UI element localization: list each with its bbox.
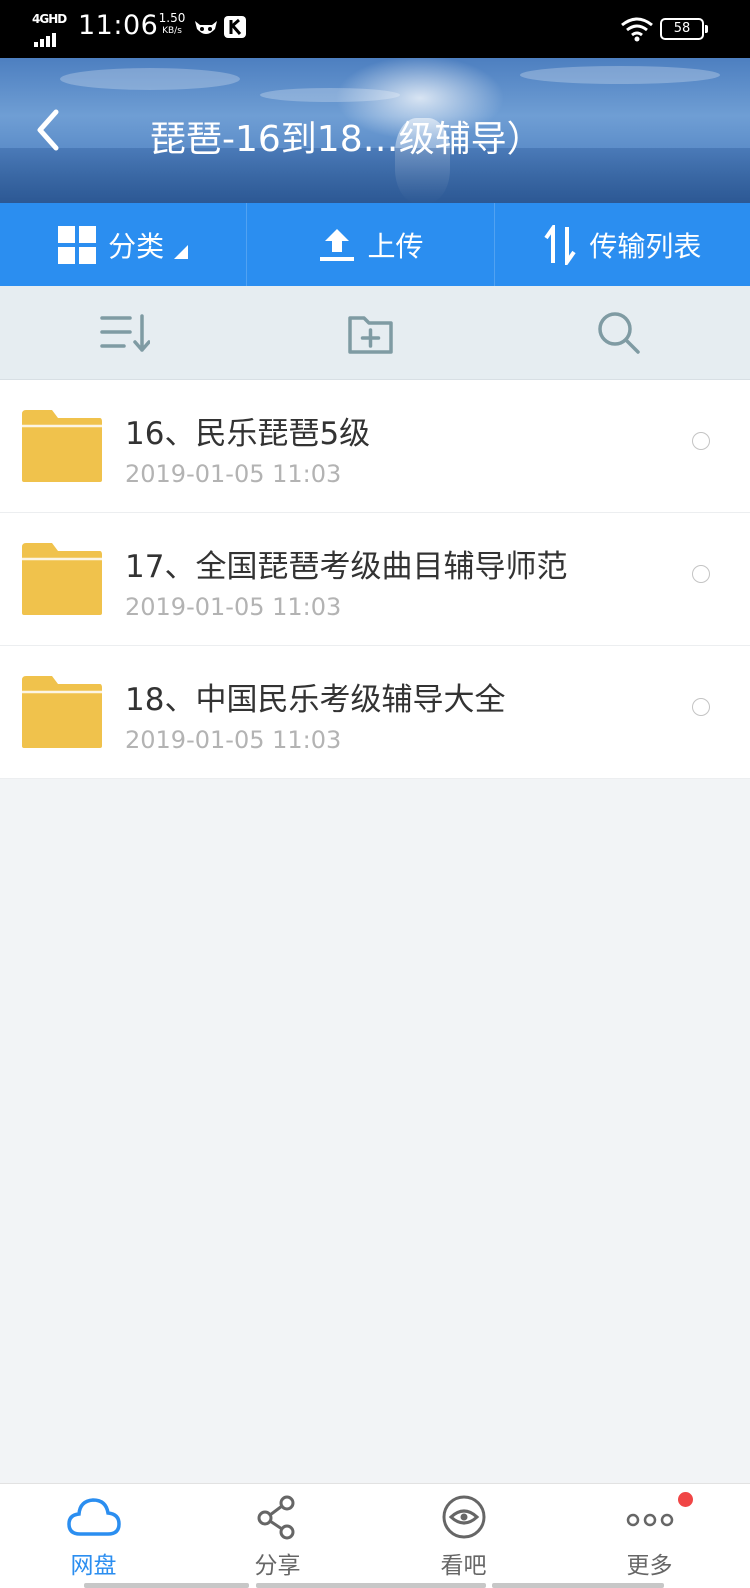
network-speed: 1.50 KB/s	[155, 12, 189, 38]
folder-icon	[22, 676, 102, 748]
network-type: 4GHD	[32, 12, 67, 26]
back-button[interactable]	[26, 100, 72, 160]
cloud-icon	[66, 1498, 121, 1536]
wifi-icon	[621, 17, 653, 42]
select-radio[interactable]	[692, 565, 710, 583]
file-row[interactable]: 16、民乐琵琶5级 2019-01-05 11:03	[0, 380, 750, 513]
file-row[interactable]: 17、全国琵琶考级曲目辅导师范 2019-01-05 11:03	[0, 513, 750, 646]
network-speed-unit: KB/s	[162, 26, 182, 36]
file-name: 17、全国琵琶考级曲目辅导师范	[125, 549, 568, 585]
transfer-list-label: 传输列表	[589, 229, 702, 263]
transfer-arrows-icon	[543, 224, 577, 265]
page-title: 琵琶-16到18…级辅导）	[150, 119, 543, 160]
nav-more-label: 更多	[626, 1553, 673, 1579]
sort-icon	[100, 314, 151, 352]
nav-watch[interactable]: 看吧	[370, 1484, 557, 1588]
upload-label: 上传	[367, 229, 424, 263]
file-name: 16、民乐琵琶5级	[125, 416, 371, 452]
sort-button[interactable]	[100, 310, 151, 356]
grid-icon	[58, 225, 97, 264]
more-icon	[626, 1513, 673, 1527]
folder-icon	[22, 543, 102, 615]
nav-indicator	[84, 1583, 249, 1588]
file-row[interactable]: 18、中国民乐考级辅导大全 2019-01-05 11:03	[0, 646, 750, 779]
status-time: 11:06	[78, 10, 159, 41]
secondary-toolbar	[0, 286, 750, 380]
nav-netdisk[interactable]: 网盘	[0, 1484, 187, 1588]
search-button[interactable]	[594, 310, 644, 356]
app-notification-icon	[195, 21, 217, 34]
nav-netdisk-label: 网盘	[70, 1553, 117, 1579]
k-app-notification-icon	[224, 16, 246, 38]
folder-icon	[22, 410, 102, 482]
file-date: 2019-01-05 11:03	[125, 593, 342, 621]
category-label: 分类	[108, 229, 165, 263]
action-toolbar: 分类 上传 传输列表	[0, 203, 750, 286]
nav-indicator	[256, 1583, 486, 1588]
nav-share[interactable]: 分享	[184, 1484, 371, 1588]
header-banner: 琵琶-16到18…级辅导）	[0, 58, 750, 203]
eye-icon	[442, 1495, 485, 1539]
file-name: 18、中国民乐考级辅导大全	[125, 682, 506, 718]
select-radio[interactable]	[692, 698, 710, 716]
upload-button[interactable]: 上传	[246, 203, 493, 286]
chevron-left-icon	[37, 109, 59, 151]
cellular-signal-icon: 4GHD	[32, 12, 70, 47]
dropdown-triangle-icon	[174, 244, 189, 259]
file-date: 2019-01-05 11:03	[125, 460, 342, 488]
bottom-navigation: 网盘 分享 看吧 更多	[0, 1483, 750, 1588]
category-button[interactable]: 分类	[0, 203, 246, 286]
select-radio[interactable]	[692, 432, 710, 450]
file-date: 2019-01-05 11:03	[125, 726, 342, 754]
notification-badge-dot	[678, 1492, 693, 1507]
nav-indicator	[492, 1583, 664, 1588]
file-list: 16、民乐琵琶5级 2019-01-05 11:03 17、全国琵琶考级曲目辅导…	[0, 380, 750, 779]
nav-watch-label: 看吧	[440, 1553, 487, 1579]
search-icon	[598, 312, 640, 354]
upload-icon	[318, 226, 356, 264]
nav-share-label: 分享	[254, 1553, 301, 1579]
battery-icon: 58	[660, 18, 708, 40]
nav-more[interactable]: 更多	[556, 1484, 743, 1588]
new-folder-icon	[348, 316, 393, 354]
transfer-list-button[interactable]: 传输列表	[493, 203, 750, 286]
new-folder-button[interactable]	[346, 310, 396, 356]
share-icon	[257, 1495, 294, 1540]
network-speed-value: 1.50	[158, 11, 186, 25]
status-bar: 4GHD 11:06 1.50 KB/s 58	[0, 0, 750, 58]
